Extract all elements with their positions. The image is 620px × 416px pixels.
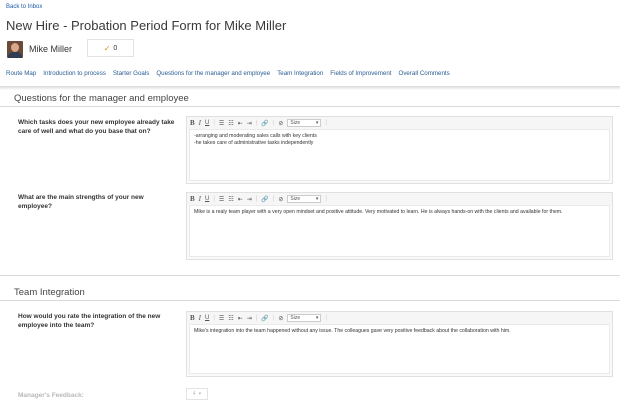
status-count: 0 bbox=[113, 44, 118, 52]
underline-icon[interactable]: U bbox=[205, 120, 209, 126]
rich-text-editor-integration[interactable]: B I U | ☰ ☷ ⇤ ⇥ | 🔗 | ⊘ Size ▾ | Mike's i… bbox=[186, 311, 613, 377]
editor-toolbar: B I U | ☰ ☷ ⇤ ⇥ | 🔗 | ⊘ Size ▾ | bbox=[187, 312, 612, 324]
font-size-select[interactable]: Size ▾ bbox=[287, 314, 322, 322]
indent-icon[interactable]: ⇥ bbox=[247, 120, 252, 127]
tab-questions[interactable]: Questions for the manager and employee bbox=[156, 70, 270, 80]
section-divider bbox=[0, 300, 620, 301]
editor-toolbar: B I U | ☰ ☷ ⇤ ⇥ | 🔗 | ⊘ Size ▾ | bbox=[187, 117, 612, 129]
italic-icon[interactable]: I bbox=[199, 195, 201, 203]
bold-icon[interactable]: B bbox=[190, 119, 195, 127]
font-size-select[interactable]: Size ▾ bbox=[287, 119, 322, 127]
section-heading-questions: Questions for the manager and employee bbox=[14, 93, 189, 104]
dropdown-chevron-icon: ▾ bbox=[198, 391, 202, 397]
underline-icon[interactable]: U bbox=[205, 196, 209, 202]
font-size-select[interactable]: Size ▾ bbox=[287, 195, 322, 203]
editor-content[interactable]: -arranging and moderating sales calls wi… bbox=[189, 129, 610, 181]
status-badge[interactable]: ✓ 0 bbox=[87, 39, 134, 57]
link-icon[interactable]: 🔗 bbox=[261, 196, 268, 203]
question-label-integration: How would you rate the integration of th… bbox=[18, 313, 161, 329]
unlink-icon[interactable]: ⊘ bbox=[278, 315, 283, 322]
rich-text-editor-strengths[interactable]: B I U | ☰ ☷ ⇤ ⇥ | 🔗 | ⊘ Size ▾ | Mike is … bbox=[186, 192, 613, 260]
outdent-icon[interactable]: ⇤ bbox=[238, 120, 243, 127]
section-heading-team-integration: Team Integration bbox=[14, 287, 85, 298]
answer-line: -he takes care of administrative tasks i… bbox=[194, 139, 314, 146]
underline-icon[interactable]: U bbox=[205, 315, 209, 321]
avatar bbox=[7, 41, 23, 58]
section-divider bbox=[0, 106, 620, 107]
answer-text: Mike's integration into the team happene… bbox=[194, 328, 511, 334]
tab-team-integration[interactable]: Team Integration bbox=[277, 70, 323, 80]
rich-text-editor-tasks[interactable]: B I U | ☰ ☷ ⇤ ⇥ | 🔗 | ⊘ Size ▾ | -arrangi… bbox=[186, 116, 613, 184]
check-icon: ✓ bbox=[103, 43, 111, 53]
numbered-list-icon[interactable]: ☷ bbox=[228, 120, 233, 127]
employee-name: Mike Miller bbox=[29, 44, 73, 54]
managers-feedback-select[interactable]: 4 ▾ bbox=[186, 388, 208, 400]
numbered-list-icon[interactable]: ☷ bbox=[228, 196, 233, 203]
managers-feedback-label: Manager's Feedback: bbox=[18, 392, 84, 399]
link-icon[interactable]: 🔗 bbox=[261, 315, 268, 322]
unlink-icon[interactable]: ⊘ bbox=[278, 196, 283, 203]
question-label-strengths: What are the main strengths of your new … bbox=[18, 194, 144, 210]
tab-overall-comments[interactable]: Overall Comments bbox=[399, 70, 450, 80]
link-icon[interactable]: 🔗 bbox=[261, 120, 268, 127]
dropdown-chevron-icon: ▾ bbox=[315, 315, 319, 321]
indent-icon[interactable]: ⇥ bbox=[247, 196, 252, 203]
unlink-icon[interactable]: ⊘ bbox=[278, 120, 283, 127]
editor-content[interactable]: Mike's integration into the team happene… bbox=[189, 324, 610, 374]
tab-introduction[interactable]: Introduction to process bbox=[43, 70, 106, 80]
tab-fields-of-improvement[interactable]: Fields of Improvement bbox=[330, 70, 391, 80]
page-title: New Hire - Probation Period Form for Mik… bbox=[6, 18, 287, 33]
outdent-icon[interactable]: ⇤ bbox=[238, 196, 243, 203]
indent-icon[interactable]: ⇥ bbox=[247, 315, 252, 322]
numbered-list-icon[interactable]: ☷ bbox=[228, 315, 233, 322]
tab-divider bbox=[0, 86, 620, 90]
outdent-icon[interactable]: ⇤ bbox=[238, 315, 243, 322]
bullet-list-icon[interactable]: ☰ bbox=[219, 315, 224, 322]
tab-route-map[interactable]: Route Map bbox=[6, 70, 36, 80]
back-to-inbox-link[interactable]: Back to Inbox bbox=[6, 4, 42, 10]
editor-toolbar: B I U | ☰ ☷ ⇤ ⇥ | 🔗 | ⊘ Size ▾ | bbox=[187, 193, 612, 205]
section-divider bbox=[0, 275, 620, 276]
italic-icon[interactable]: I bbox=[199, 119, 201, 127]
bold-icon[interactable]: B bbox=[190, 195, 195, 203]
answer-text: Mike is a realy team player with a very … bbox=[194, 209, 563, 215]
italic-icon[interactable]: I bbox=[199, 314, 201, 322]
section-tabs: Route Map Introduction to process Starte… bbox=[6, 70, 457, 80]
bullet-list-icon[interactable]: ☰ bbox=[219, 196, 224, 203]
editor-content[interactable]: Mike is a realy team player with a very … bbox=[189, 205, 610, 257]
bullet-list-icon[interactable]: ☰ bbox=[219, 120, 224, 127]
dropdown-chevron-icon: ▾ bbox=[315, 120, 319, 126]
tab-starter-goals[interactable]: Starter Goals bbox=[113, 70, 149, 80]
feedback-value: 4 bbox=[192, 391, 196, 397]
dropdown-chevron-icon: ▾ bbox=[315, 196, 319, 202]
bold-icon[interactable]: B bbox=[190, 314, 195, 322]
question-label-tasks: Which tasks does your new employee alrea… bbox=[18, 119, 175, 135]
